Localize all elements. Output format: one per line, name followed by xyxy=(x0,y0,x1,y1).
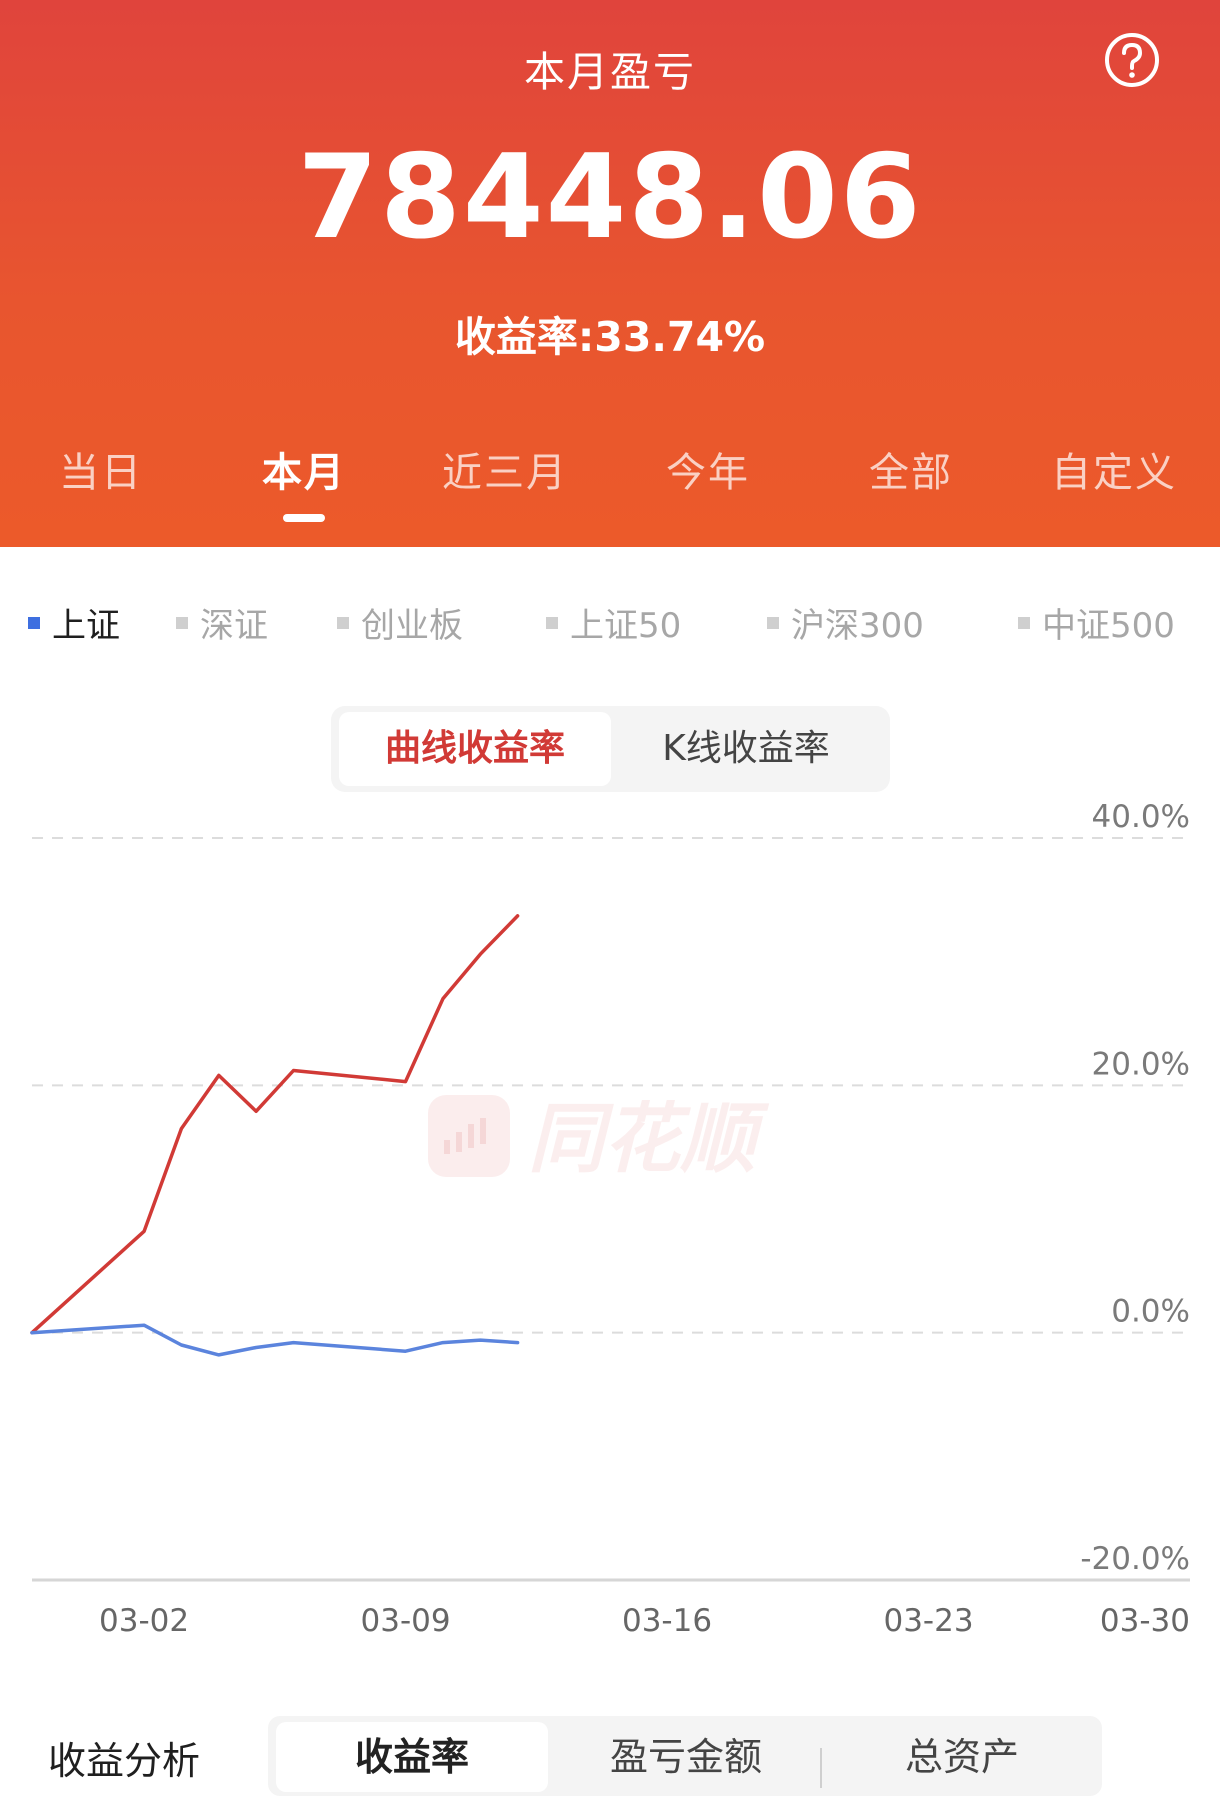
x-tick-label: 03-23 xyxy=(883,1603,973,1639)
index-tab-label: 沪深300 xyxy=(791,606,924,646)
analysis-tab-assets[interactable]: 总资产 xyxy=(828,1722,1096,1792)
return-chart[interactable]: 同花顺 40.0% 20.0% 0.0% -20.0% 03-02 03-09 03-16 0… xyxy=(0,780,1220,1660)
x-tick-label: 03-09 xyxy=(361,1603,451,1639)
index-return-line xyxy=(30,1323,520,1357)
index-tab-label: 上证50 xyxy=(570,606,682,646)
legend-marker xyxy=(28,616,40,629)
tab-today[interactable]: 当日 xyxy=(21,440,181,498)
legend-marker xyxy=(337,616,349,629)
index-tab-shanghai[interactable]: 上证 xyxy=(28,598,120,647)
legend-marker xyxy=(767,616,779,629)
index-tab-label: 深证 xyxy=(200,606,268,646)
index-tab-label: 中证500 xyxy=(1042,606,1175,646)
return-rate: 收益率:33.74% xyxy=(454,313,766,361)
legend-marker xyxy=(1018,616,1030,629)
index-tab-csi300[interactable]: 沪深300 xyxy=(767,598,924,647)
legend-marker xyxy=(546,616,558,629)
divider xyxy=(820,1748,822,1788)
index-tab-sse50[interactable]: 上证50 xyxy=(546,598,681,647)
index-tab-csi500[interactable]: 中证500 xyxy=(1018,598,1175,647)
tab-this-month[interactable]: 本月 xyxy=(224,440,384,498)
x-tick-label: 03-30 xyxy=(1100,1603,1190,1639)
y-tick-label: 40.0% xyxy=(1092,799,1190,835)
tab-custom[interactable]: 自定义 xyxy=(1034,440,1194,498)
index-tab-shenzhen[interactable]: 深证 xyxy=(176,598,268,647)
help-icon[interactable] xyxy=(1104,32,1160,88)
index-tab-label: 创业板 xyxy=(361,606,463,646)
tab-this-year[interactable]: 今年 xyxy=(628,440,788,498)
index-tab-chinext[interactable]: 创业板 xyxy=(337,598,463,647)
page-title: 本月盈亏 xyxy=(524,48,696,96)
tab-three-months[interactable]: 近三月 xyxy=(425,440,585,498)
watermark: 同花顺 xyxy=(428,1094,770,1183)
analysis-switch: 收益率 盈亏金额 总资产 xyxy=(268,1716,1102,1796)
watermark-text: 同花顺 xyxy=(528,1094,770,1183)
analysis-tab-rate[interactable]: 收益率 xyxy=(276,1722,548,1792)
x-tick-label: 03-02 xyxy=(99,1603,189,1639)
index-tab-label: 上证 xyxy=(52,606,120,646)
y-tick-label: 20.0% xyxy=(1092,1046,1190,1082)
legend-marker xyxy=(176,616,188,629)
analysis-bar: 收益分析 收益率 盈亏金额 总资产 xyxy=(0,1700,1220,1796)
analysis-label: 收益分析 xyxy=(48,1739,201,1783)
header-panel: 本月盈亏 78448.06 收益率:33.74% 当日 本月 近三月 今年 全部… xyxy=(0,0,1220,547)
y-tick-label: -20.0% xyxy=(1080,1541,1190,1577)
kline-return-button[interactable]: K线收益率 xyxy=(610,712,882,786)
y-tick-label: 0.0% xyxy=(1111,1294,1190,1330)
index-tabs: 上证 深证 创业板 上证50 沪深300 中证500 xyxy=(0,598,1220,648)
analysis-tab-pnl[interactable]: 盈亏金额 xyxy=(556,1722,816,1792)
x-tick-label: 03-16 xyxy=(622,1603,712,1639)
period-tabs: 当日 本月 近三月 今年 全部 自定义 xyxy=(0,440,1220,500)
profit-amount: 78448.06 xyxy=(297,130,923,265)
curve-return-button[interactable]: 曲线收益率 xyxy=(339,712,611,786)
active-tab-indicator xyxy=(283,514,325,522)
tab-all[interactable]: 全部 xyxy=(831,440,991,498)
